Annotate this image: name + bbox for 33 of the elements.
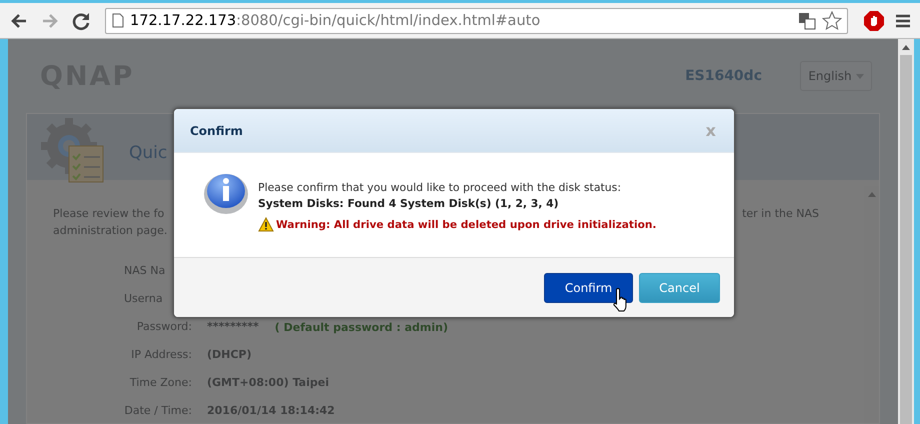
password-note: ( Default password : admin): [274, 320, 448, 334]
intro-text: Please review the fo: [53, 206, 164, 222]
warning-text: Warning: All drive data will be deleted upon drive initialization.: [276, 218, 656, 230]
stop-sign-icon[interactable]: [863, 10, 885, 32]
address-field[interactable]: 172.17.22.173:8080/cgi-bin/quick/html/index.html#auto: [105, 8, 848, 34]
url-text: 172.17.22.173:8080/cgi-bin/quick/html/index.html#auto: [130, 12, 540, 28]
field-label: Password:: [136, 319, 192, 335]
menu-icon[interactable]: [894, 12, 912, 30]
scrollbar-thumb[interactable]: [900, 55, 912, 424]
scroll-up-icon: [902, 45, 910, 50]
warning-icon: [258, 217, 274, 232]
field-value: 2016/01/14 18:14:42: [207, 403, 335, 419]
translate-icon[interactable]: [798, 12, 816, 30]
field-label: Date / Time:: [123, 403, 192, 419]
cancel-button[interactable]: Cancel: [639, 273, 720, 303]
field-label: NAS Na: [123, 263, 166, 279]
dialog-message: Please confirm that you would like to proceed with the disk status:: [258, 180, 622, 196]
field-value: (GMT+08:00) Taipei: [207, 375, 329, 391]
scroll-up-icon: [868, 192, 876, 197]
scrollbar[interactable]: [898, 39, 914, 424]
language-dropdown[interactable]: English: [800, 61, 872, 91]
field-label: IP Address:: [130, 347, 192, 363]
field-value: *********: [207, 319, 259, 335]
intro-text: ter in the NAS: [742, 206, 819, 222]
disk-status: System Disks: Found 4 System Disk(s) (1, 2, 3, 4): [258, 196, 560, 212]
dialog-title: Confirm: [190, 124, 243, 138]
star-icon[interactable]: [822, 10, 842, 30]
field-value: (DHCP): [207, 347, 252, 363]
intro-text: administration page.: [53, 223, 168, 239]
close-button[interactable]: x: [704, 121, 718, 140]
page-icon: [112, 13, 124, 28]
field-label: Time Zone:: [128, 375, 192, 391]
field-label: Userna: [123, 291, 164, 307]
